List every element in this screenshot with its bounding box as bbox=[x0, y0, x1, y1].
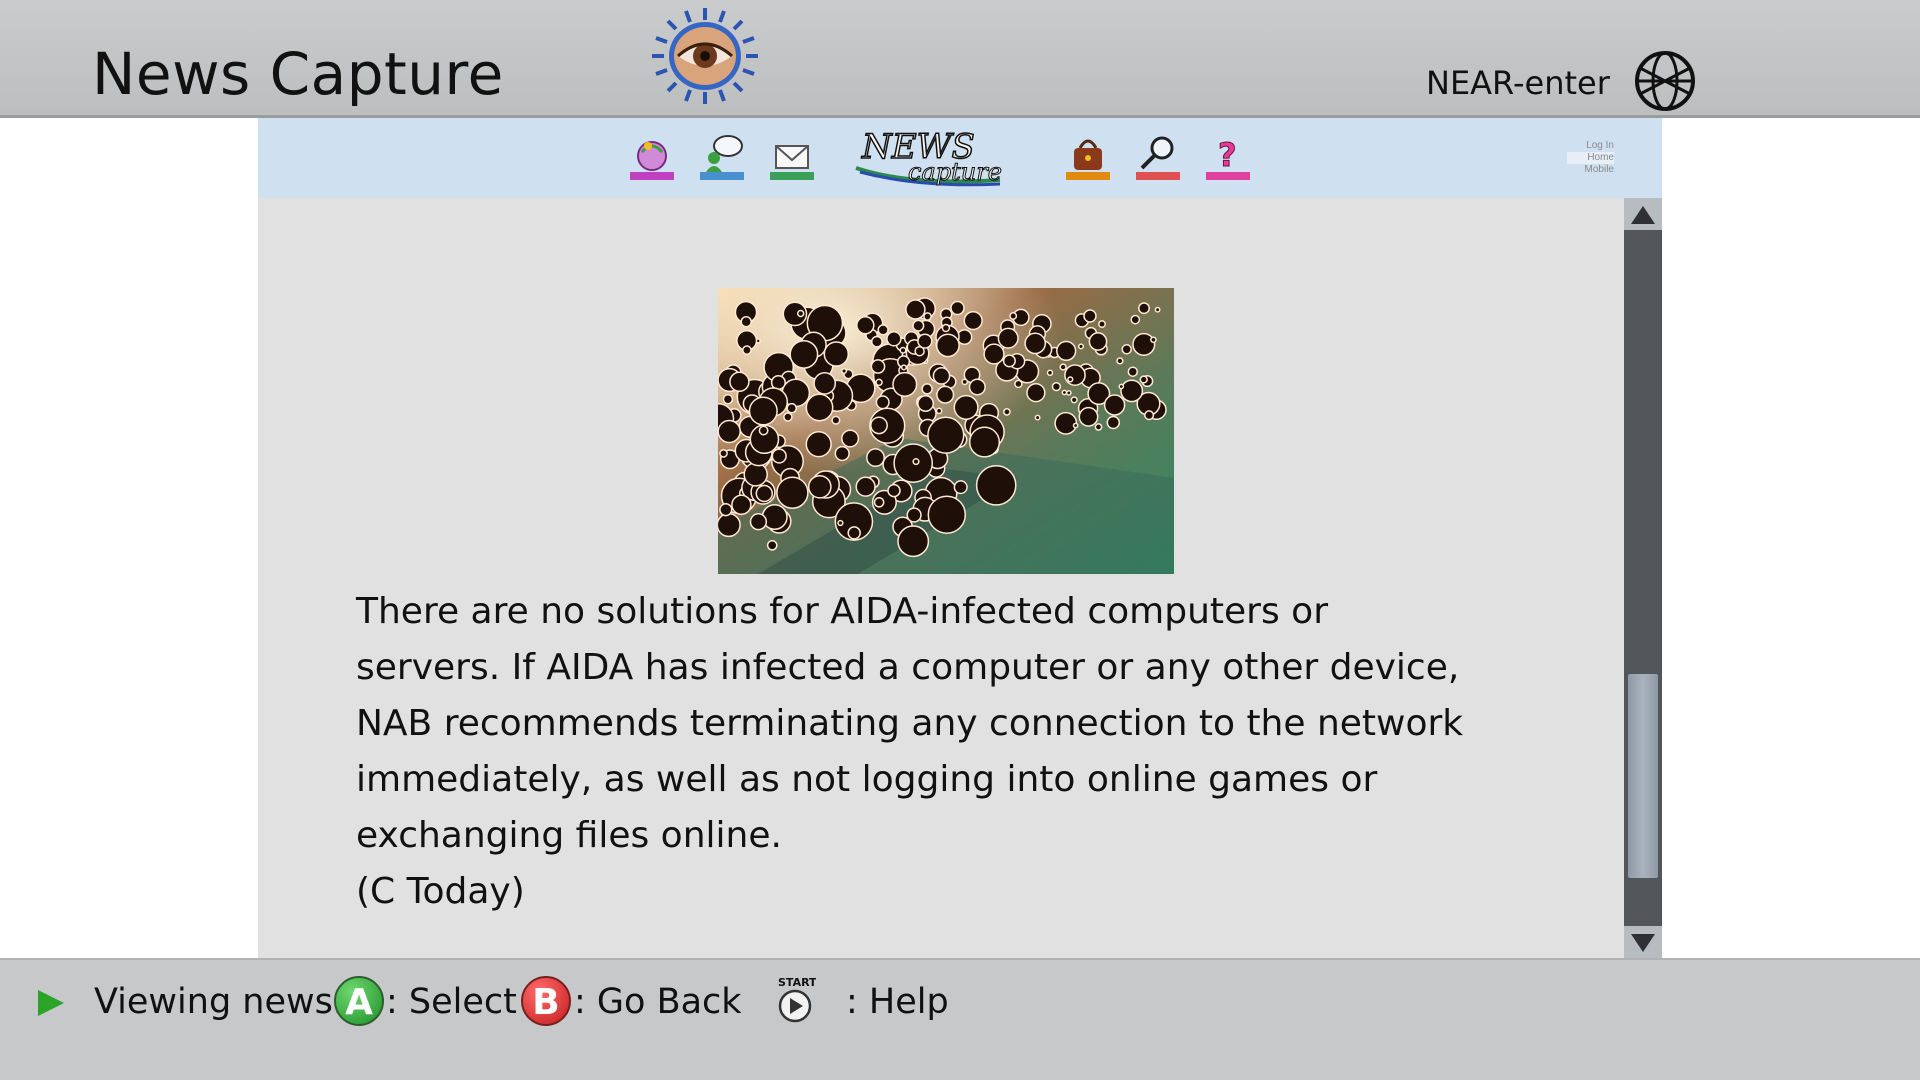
article-content: There are no solutions for AIDA-infected… bbox=[258, 198, 1624, 958]
vertical-scrollbar[interactable] bbox=[1624, 198, 1662, 958]
browser-panel: NEWS capture ? Log In Home Mobile There … bbox=[258, 118, 1662, 958]
search-icon bbox=[1136, 136, 1180, 180]
chat-button[interactable] bbox=[698, 130, 746, 188]
svg-text:?: ? bbox=[1218, 136, 1237, 174]
shop-button[interactable] bbox=[1064, 130, 1112, 188]
bag-icon bbox=[1066, 139, 1110, 180]
controls-hint: Viewing news. A : Select B : Go Back STA… bbox=[0, 960, 1920, 1046]
play-arrow-icon bbox=[38, 990, 64, 1016]
top-header: News Capture NEAR-enter bbox=[0, 0, 1920, 118]
search-button[interactable] bbox=[1134, 130, 1182, 188]
b-button-icon: B bbox=[521, 976, 571, 1026]
help-hint: : Help bbox=[846, 982, 949, 1022]
svg-text:capture: capture bbox=[908, 158, 1002, 186]
article-body: There are no solutions for AIDA-infected… bbox=[356, 584, 1556, 920]
mini-links: Log In Home Mobile bbox=[1567, 140, 1614, 176]
site-toolbar: NEWS capture ? Log In Home Mobile bbox=[258, 118, 1662, 198]
article-line: servers. If AIDA has infected a computer… bbox=[356, 647, 1460, 688]
scroll-down-arrow-icon[interactable] bbox=[1624, 926, 1662, 958]
login-link[interactable]: Log In bbox=[1567, 140, 1614, 152]
a-button-icon: A bbox=[334, 976, 384, 1026]
globe-icon[interactable] bbox=[1630, 50, 1700, 112]
help-button[interactable]: ? bbox=[1204, 130, 1252, 188]
scroll-thumb[interactable] bbox=[1628, 674, 1658, 878]
article-line: exchanging files online. bbox=[356, 815, 782, 856]
globe-person-button[interactable] bbox=[628, 130, 676, 188]
globe-person-icon bbox=[630, 141, 674, 180]
start-button-icon: START bbox=[774, 974, 817, 1026]
news-capture-site-logo[interactable]: NEWS capture bbox=[850, 122, 1010, 196]
article-line: immediately, as well as not logging into… bbox=[356, 759, 1378, 800]
mobile-link[interactable]: Mobile bbox=[1567, 164, 1614, 176]
select-hint: : Select bbox=[386, 982, 517, 1022]
article-source: (C Today) bbox=[356, 871, 525, 912]
scroll-up-arrow-icon[interactable] bbox=[1624, 198, 1662, 230]
bottom-status-bar: Viewing news. A : Select B : Go Back STA… bbox=[0, 958, 1920, 1080]
news-image bbox=[718, 288, 1174, 574]
article-line: There are no solutions for AIDA-infected… bbox=[356, 591, 1328, 632]
near-enter-label: NEAR-enter bbox=[1426, 64, 1610, 102]
help-icon: ? bbox=[1206, 136, 1250, 180]
go-back-hint: : Go Back bbox=[574, 982, 742, 1022]
mail-icon bbox=[770, 145, 814, 180]
article-line: NAB recommends terminating any connectio… bbox=[356, 703, 1464, 744]
svg-text:START: START bbox=[778, 976, 816, 989]
status-message: Viewing news. bbox=[94, 982, 345, 1022]
app-title: News Capture bbox=[92, 40, 504, 108]
eye-logo-icon bbox=[648, 6, 762, 106]
home-link[interactable]: Home bbox=[1567, 152, 1614, 164]
chat-icon bbox=[700, 135, 744, 180]
mail-button[interactable] bbox=[768, 130, 816, 188]
